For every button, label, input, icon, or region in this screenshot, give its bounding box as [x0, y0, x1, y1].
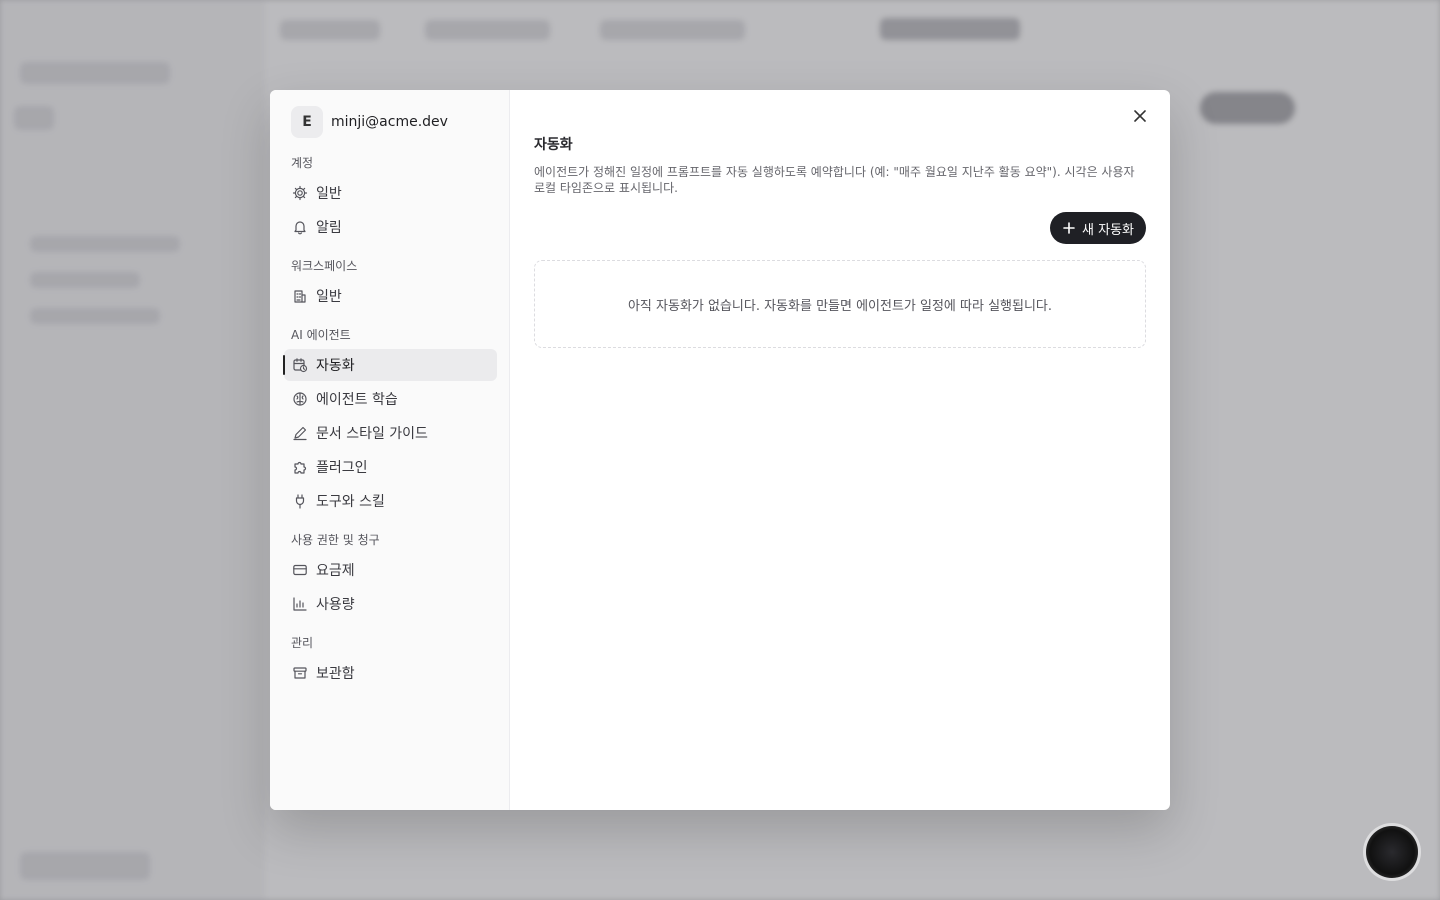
- sidebar-item[interactable]: 플러그인: [284, 451, 497, 483]
- sidebar-item[interactable]: 에이전트 학습: [284, 383, 497, 415]
- puzzle-icon: [292, 459, 308, 475]
- user-header: E minji@acme.dev: [291, 106, 497, 138]
- sidebar-item[interactable]: 사용량: [284, 588, 497, 620]
- sidebar-section-title: 워크스페이스: [291, 259, 358, 273]
- sidebar-item[interactable]: 문서 스타일 가이드: [284, 417, 497, 449]
- sidebar-item-label: 문서 스타일 가이드: [316, 426, 428, 442]
- avatar: E: [291, 106, 323, 138]
- new-automation-label: 새 자동화: [1082, 222, 1134, 238]
- plus-icon: [1063, 222, 1075, 234]
- bar-chart-icon: [292, 596, 308, 612]
- gear-icon: [292, 185, 308, 201]
- user-email: minji@acme.dev: [331, 114, 448, 130]
- calendar-clock-icon: [292, 357, 308, 373]
- close-button[interactable]: [1128, 104, 1152, 128]
- page-title: 자동화: [534, 137, 573, 153]
- empty-state: 아직 자동화가 없습니다. 자동화를 만들면 에이전트가 일정에 따라 실행됩니…: [534, 260, 1146, 348]
- sidebar-item[interactable]: 도구와 스킬: [284, 485, 497, 517]
- sidebar-item[interactable]: 일반: [284, 280, 497, 312]
- sidebar-section-title: 사용 권한 및 청구: [291, 533, 380, 547]
- sidebar-section-title: 관리: [291, 636, 314, 650]
- settings-content: 자동화 에이전트가 정해진 일정에 프롬프트를 자동 실행하도록 예약합니다 (…: [510, 90, 1170, 810]
- plug-icon: [292, 493, 308, 509]
- sidebar-item[interactable]: 보관함: [284, 657, 497, 689]
- pen-icon: [292, 425, 308, 441]
- page-description: 에이전트가 정해진 일정에 프롬프트를 자동 실행하도록 예약합니다 (예: "…: [534, 165, 1135, 195]
- sidebar-item[interactable]: 자동화: [283, 349, 497, 381]
- brain-icon: [292, 391, 308, 407]
- settings-modal: E minji@acme.dev 계정 일반 알림 워크스페이스 일반 AI 에이전트 자동…: [270, 90, 1170, 810]
- archive-icon: [292, 665, 308, 681]
- sidebar-item-label: 사용량: [316, 597, 355, 613]
- new-automation-button[interactable]: 새 자동화: [1050, 212, 1146, 244]
- sidebar-section-title: 계정: [291, 156, 314, 170]
- toolbar: 새 자동화: [534, 212, 1146, 244]
- sidebar-item[interactable]: 요금제: [284, 554, 497, 586]
- assistant-fab[interactable]: [1366, 826, 1418, 878]
- sidebar-item-label: 자동화: [316, 358, 355, 374]
- close-icon: [1134, 110, 1146, 122]
- sidebar-item-label: 일반: [316, 186, 342, 202]
- credit-card-icon: [292, 562, 308, 578]
- settings-nav: 계정 일반 알림 워크스페이스 일반 AI 에이전트 자동화 에이전트 학습 문서 스타일 가이…: [283, 154, 497, 689]
- empty-state-text: 아직 자동화가 없습니다. 자동화를 만들면 에이전트가 일정에 따라 실행됩니…: [627, 298, 1053, 314]
- sidebar-item-label: 에이전트 학습: [316, 392, 398, 408]
- sidebar-item[interactable]: 일반: [284, 177, 497, 209]
- sidebar-item-label: 도구와 스킬: [316, 494, 385, 510]
- sidebar-section-title: AI 에이전트: [291, 328, 351, 342]
- sidebar-item-label: 보관함: [316, 666, 355, 682]
- sidebar-item-label: 플러그인: [316, 460, 368, 476]
- settings-sidebar: E minji@acme.dev 계정 일반 알림 워크스페이스 일반 AI 에이전트 자동…: [270, 90, 510, 810]
- sidebar-item[interactable]: 알림: [284, 211, 497, 243]
- sidebar-item-label: 알림: [316, 220, 342, 236]
- bell-icon: [292, 219, 308, 235]
- building-icon: [292, 288, 308, 304]
- sidebar-item-label: 요금제: [316, 563, 355, 579]
- sidebar-item-label: 일반: [316, 289, 342, 305]
